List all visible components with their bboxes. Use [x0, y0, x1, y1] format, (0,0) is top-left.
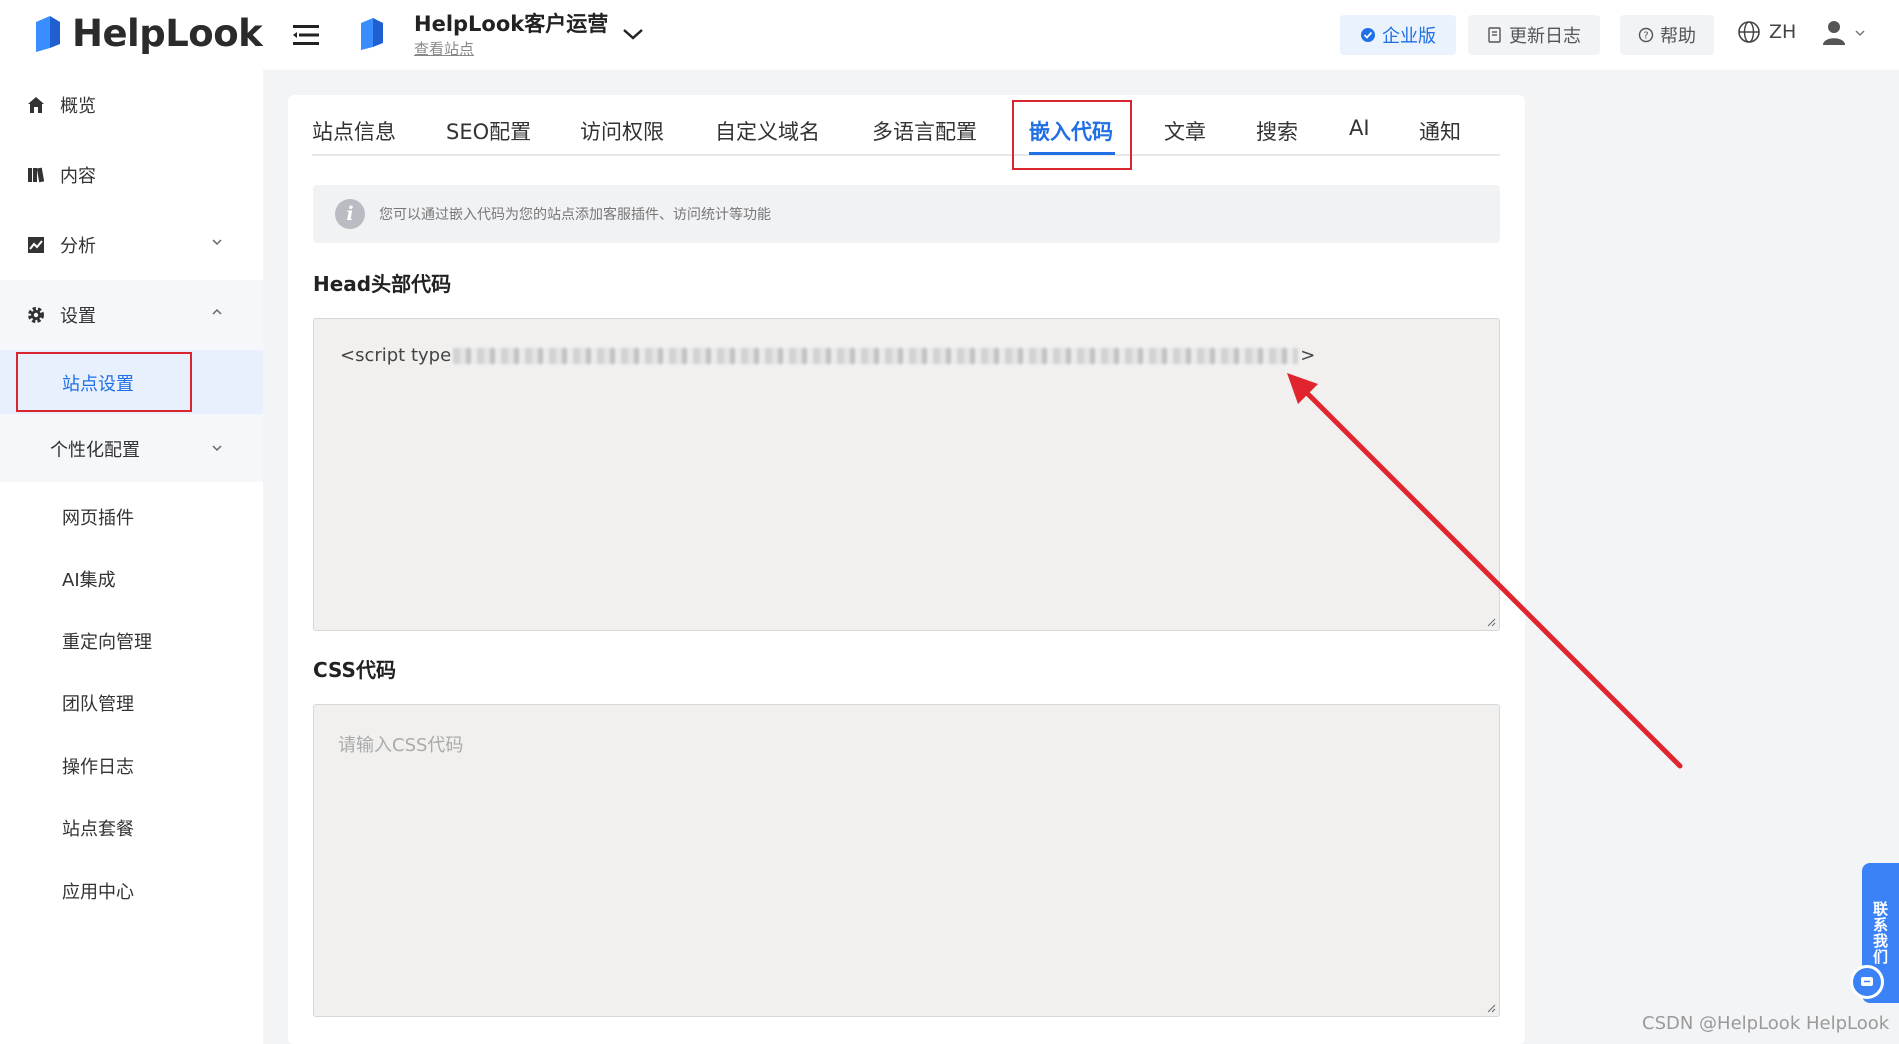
enterprise-badge-button[interactable]: 企业版: [1340, 15, 1456, 55]
sidebar-subitem-label: 个性化配置: [50, 440, 140, 461]
tab-ai[interactable]: AI: [1349, 116, 1370, 140]
sidebar-item-overview[interactable]: 概览: [0, 70, 263, 140]
head-code-label: Head头部代码: [313, 272, 452, 296]
chart-icon: [26, 235, 46, 255]
help-label: 帮助: [1660, 26, 1696, 47]
chat-bubble-icon[interactable]: [1850, 965, 1884, 999]
watermark: CSDN @HelpLook HelpLook: [1642, 1013, 1890, 1034]
home-icon: [26, 95, 46, 115]
sidebar-subitem-web-plugin[interactable]: 网页插件: [62, 504, 134, 530]
site-title: HelpLook客户运营: [414, 12, 609, 36]
chevron-down-icon[interactable]: [622, 26, 644, 42]
chevron-down-icon: [212, 445, 222, 452]
css-code-label: CSS代码: [313, 658, 396, 682]
sidebar-subitem-app-center[interactable]: 应用中心: [62, 878, 134, 904]
tab-search[interactable]: 搜索: [1256, 116, 1298, 146]
sidebar-subitem-plan[interactable]: 站点套餐: [62, 815, 134, 841]
css-code-textarea[interactable]: 请输入CSS代码: [313, 704, 1500, 1017]
language-label: ZH: [1769, 21, 1797, 43]
code-prefix: <script type: [340, 345, 452, 366]
notice-text: 您可以通过嵌入代码为您的站点添加客服插件、访问统计等功能: [379, 207, 771, 223]
book-icon: [26, 165, 46, 185]
tab-access[interactable]: 访问权限: [580, 116, 664, 146]
resize-handle-icon[interactable]: [1486, 1003, 1496, 1013]
user-avatar-icon: [1823, 21, 1845, 45]
helplook-logo-icon: [36, 15, 60, 52]
user-menu[interactable]: [1822, 20, 1866, 46]
sidebar-subitem-redirect[interactable]: 重定向管理: [62, 628, 152, 654]
sidebar-subitem-ai-integration[interactable]: AI集成: [62, 566, 116, 592]
sidebar-item-label: 内容: [60, 166, 96, 187]
sidebar-item-settings[interactable]: 设置: [0, 280, 263, 350]
sidebar-item-label: 设置: [60, 306, 96, 327]
settings-tabs: 站点信息 SEO配置 访问权限 自定义域名 多语言配置 嵌入代码 文章 搜索 A…: [312, 98, 1500, 156]
redacted-code: [453, 347, 1299, 364]
changelog-button[interactable]: 更新日志: [1468, 15, 1600, 55]
logo-text: HelpLook: [72, 12, 263, 55]
chevron-down-icon: [212, 239, 222, 246]
sidebar-subitem-team[interactable]: 团队管理: [62, 690, 134, 716]
logo[interactable]: HelpLook: [32, 12, 263, 55]
chevron-up-icon: [212, 308, 222, 315]
info-icon: i: [335, 199, 365, 229]
view-site-link[interactable]: 查看站点: [414, 38, 474, 59]
tab-site-info[interactable]: 站点信息: [312, 116, 396, 146]
sidebar-item-label: 分析: [60, 236, 96, 257]
document-icon: [1488, 27, 1501, 43]
highlight-box: [1012, 100, 1132, 170]
css-placeholder: 请输入CSS代码: [338, 735, 464, 756]
code-suffix: >: [1300, 345, 1316, 366]
head-code-textarea[interactable]: <script type >: [313, 318, 1500, 631]
sidebar-item-label: 概览: [60, 96, 96, 117]
sidebar-subitem-oplog[interactable]: 操作日志: [62, 753, 134, 779]
info-notice: i 您可以通过嵌入代码为您的站点添加客服插件、访问统计等功能: [313, 185, 1500, 243]
tab-seo[interactable]: SEO配置: [446, 116, 531, 146]
sidebar: HelpLook 概览 内容 分析 设置 站点设置 个性化配置 网页插件 AI集…: [0, 0, 263, 1044]
head-code-content: <script type >: [340, 345, 1315, 366]
tab-multilang[interactable]: 多语言配置: [872, 116, 977, 146]
sidebar-item-analysis[interactable]: 分析: [0, 210, 263, 280]
menu-collapse-icon[interactable]: [293, 24, 319, 46]
sidebar-subitem-label: 站点设置: [62, 374, 134, 395]
sidebar-item-content[interactable]: 内容: [0, 140, 263, 210]
language-switcher[interactable]: ZH: [1737, 20, 1796, 44]
site-logo-icon: [361, 18, 383, 50]
globe-icon: [1738, 21, 1760, 43]
changelog-label: 更新日志: [1509, 26, 1581, 47]
chevron-down-icon: [1855, 30, 1865, 37]
tab-notify[interactable]: 通知: [1419, 116, 1461, 146]
verified-icon: [1361, 28, 1375, 42]
help-button[interactable]: ? 帮助: [1620, 15, 1714, 55]
svg-text:?: ?: [1643, 31, 1648, 42]
enterprise-label: 企业版: [1382, 26, 1436, 47]
tab-custom-domain[interactable]: 自定义域名: [715, 116, 820, 146]
gear-icon: [26, 305, 46, 325]
tab-articles[interactable]: 文章: [1164, 116, 1206, 146]
question-icon: ?: [1638, 27, 1654, 43]
resize-handle-icon[interactable]: [1486, 617, 1496, 627]
